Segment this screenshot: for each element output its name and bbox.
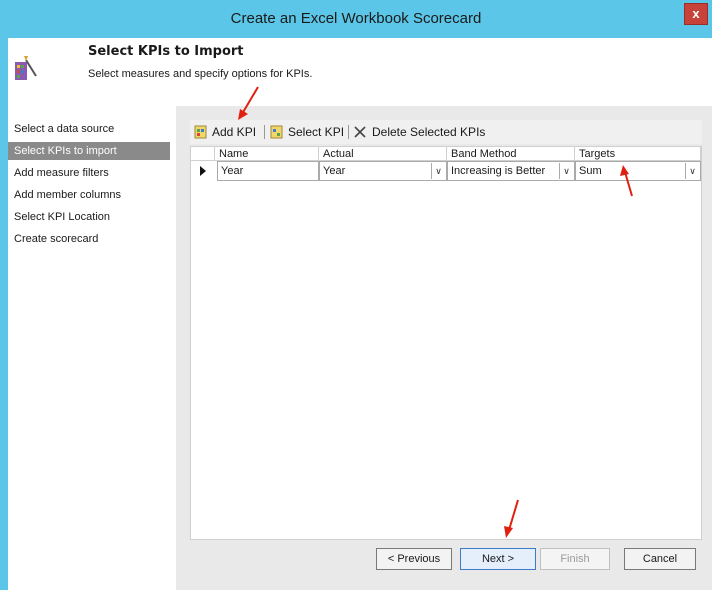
targets-dropdown[interactable]: Sum ∨ xyxy=(575,161,701,181)
add-kpi-icon xyxy=(194,125,207,139)
kpi-grid: Name Actual Band Method Targets Year Yea… xyxy=(190,146,702,540)
finish-button[interactable]: Finish xyxy=(540,548,610,570)
band-method-value: Increasing is Better xyxy=(451,165,546,177)
toolbar-separator xyxy=(264,125,265,139)
delete-selected-kpis-button[interactable]: Delete Selected KPIs xyxy=(372,120,485,144)
scorecard-wizard-icon xyxy=(15,56,37,80)
band-method-dropdown[interactable]: Increasing is Better ∨ xyxy=(447,161,575,181)
dialog-client: Select KPIs to Import Select measures an… xyxy=(8,38,712,590)
select-kpi-button[interactable]: Select KPI xyxy=(288,120,344,144)
row-header-corner xyxy=(191,147,215,161)
previous-button[interactable]: < Previous xyxy=(376,548,452,570)
step-add-member-columns[interactable]: Add member columns xyxy=(8,186,170,204)
toolbar-separator xyxy=(348,125,349,139)
select-kpi-icon xyxy=(270,125,283,139)
annotation-arrow-icon xyxy=(504,499,519,538)
targets-value: Sum xyxy=(579,165,602,177)
wizard-steps: Select a data source Select KPIs to impo… xyxy=(8,120,170,252)
window-title: Create an Excel Workbook Scorecard xyxy=(230,10,482,27)
step-select-kpi-location[interactable]: Select KPI Location xyxy=(8,208,170,226)
close-button[interactable]: x xyxy=(684,3,708,25)
annotation-arrow-icon xyxy=(620,165,633,197)
step-add-measure-filters[interactable]: Add measure filters xyxy=(8,164,170,182)
kpi-name-field[interactable]: Year xyxy=(217,161,319,181)
page-title: Select KPIs to Import xyxy=(88,44,244,59)
step-select-data-source[interactable]: Select a data source xyxy=(8,120,170,138)
app-window: Create an Excel Workbook Scorecard x Sel… xyxy=(0,0,712,590)
actual-value: Year xyxy=(323,165,346,177)
page-subtitle: Select measures and specify options for … xyxy=(88,68,313,80)
kpi-toolbar: Add KPI Select KPI Delete Selected KPIs xyxy=(190,120,702,144)
step-select-kpis[interactable]: Select KPIs to import xyxy=(8,142,170,160)
step-create-scorecard[interactable]: Create scorecard xyxy=(8,230,170,248)
chevron-down-icon[interactable]: ∨ xyxy=(685,163,699,179)
annotation-arrow-icon xyxy=(238,86,259,120)
row-indicator-icon xyxy=(191,161,215,181)
next-button[interactable]: Next > xyxy=(460,548,536,570)
chevron-down-icon[interactable]: ∨ xyxy=(431,163,445,179)
title-bar: Create an Excel Workbook Scorecard x xyxy=(0,0,712,38)
column-header-targets[interactable]: Targets xyxy=(575,147,701,161)
column-header-band-method[interactable]: Band Method xyxy=(447,147,575,161)
column-header-actual[interactable]: Actual xyxy=(319,147,447,161)
chevron-down-icon[interactable]: ∨ xyxy=(559,163,573,179)
actual-dropdown[interactable]: Year ∨ xyxy=(319,161,447,181)
column-header-name[interactable]: Name xyxy=(215,147,319,161)
cancel-button[interactable]: Cancel xyxy=(624,548,696,570)
delete-icon xyxy=(354,126,366,138)
